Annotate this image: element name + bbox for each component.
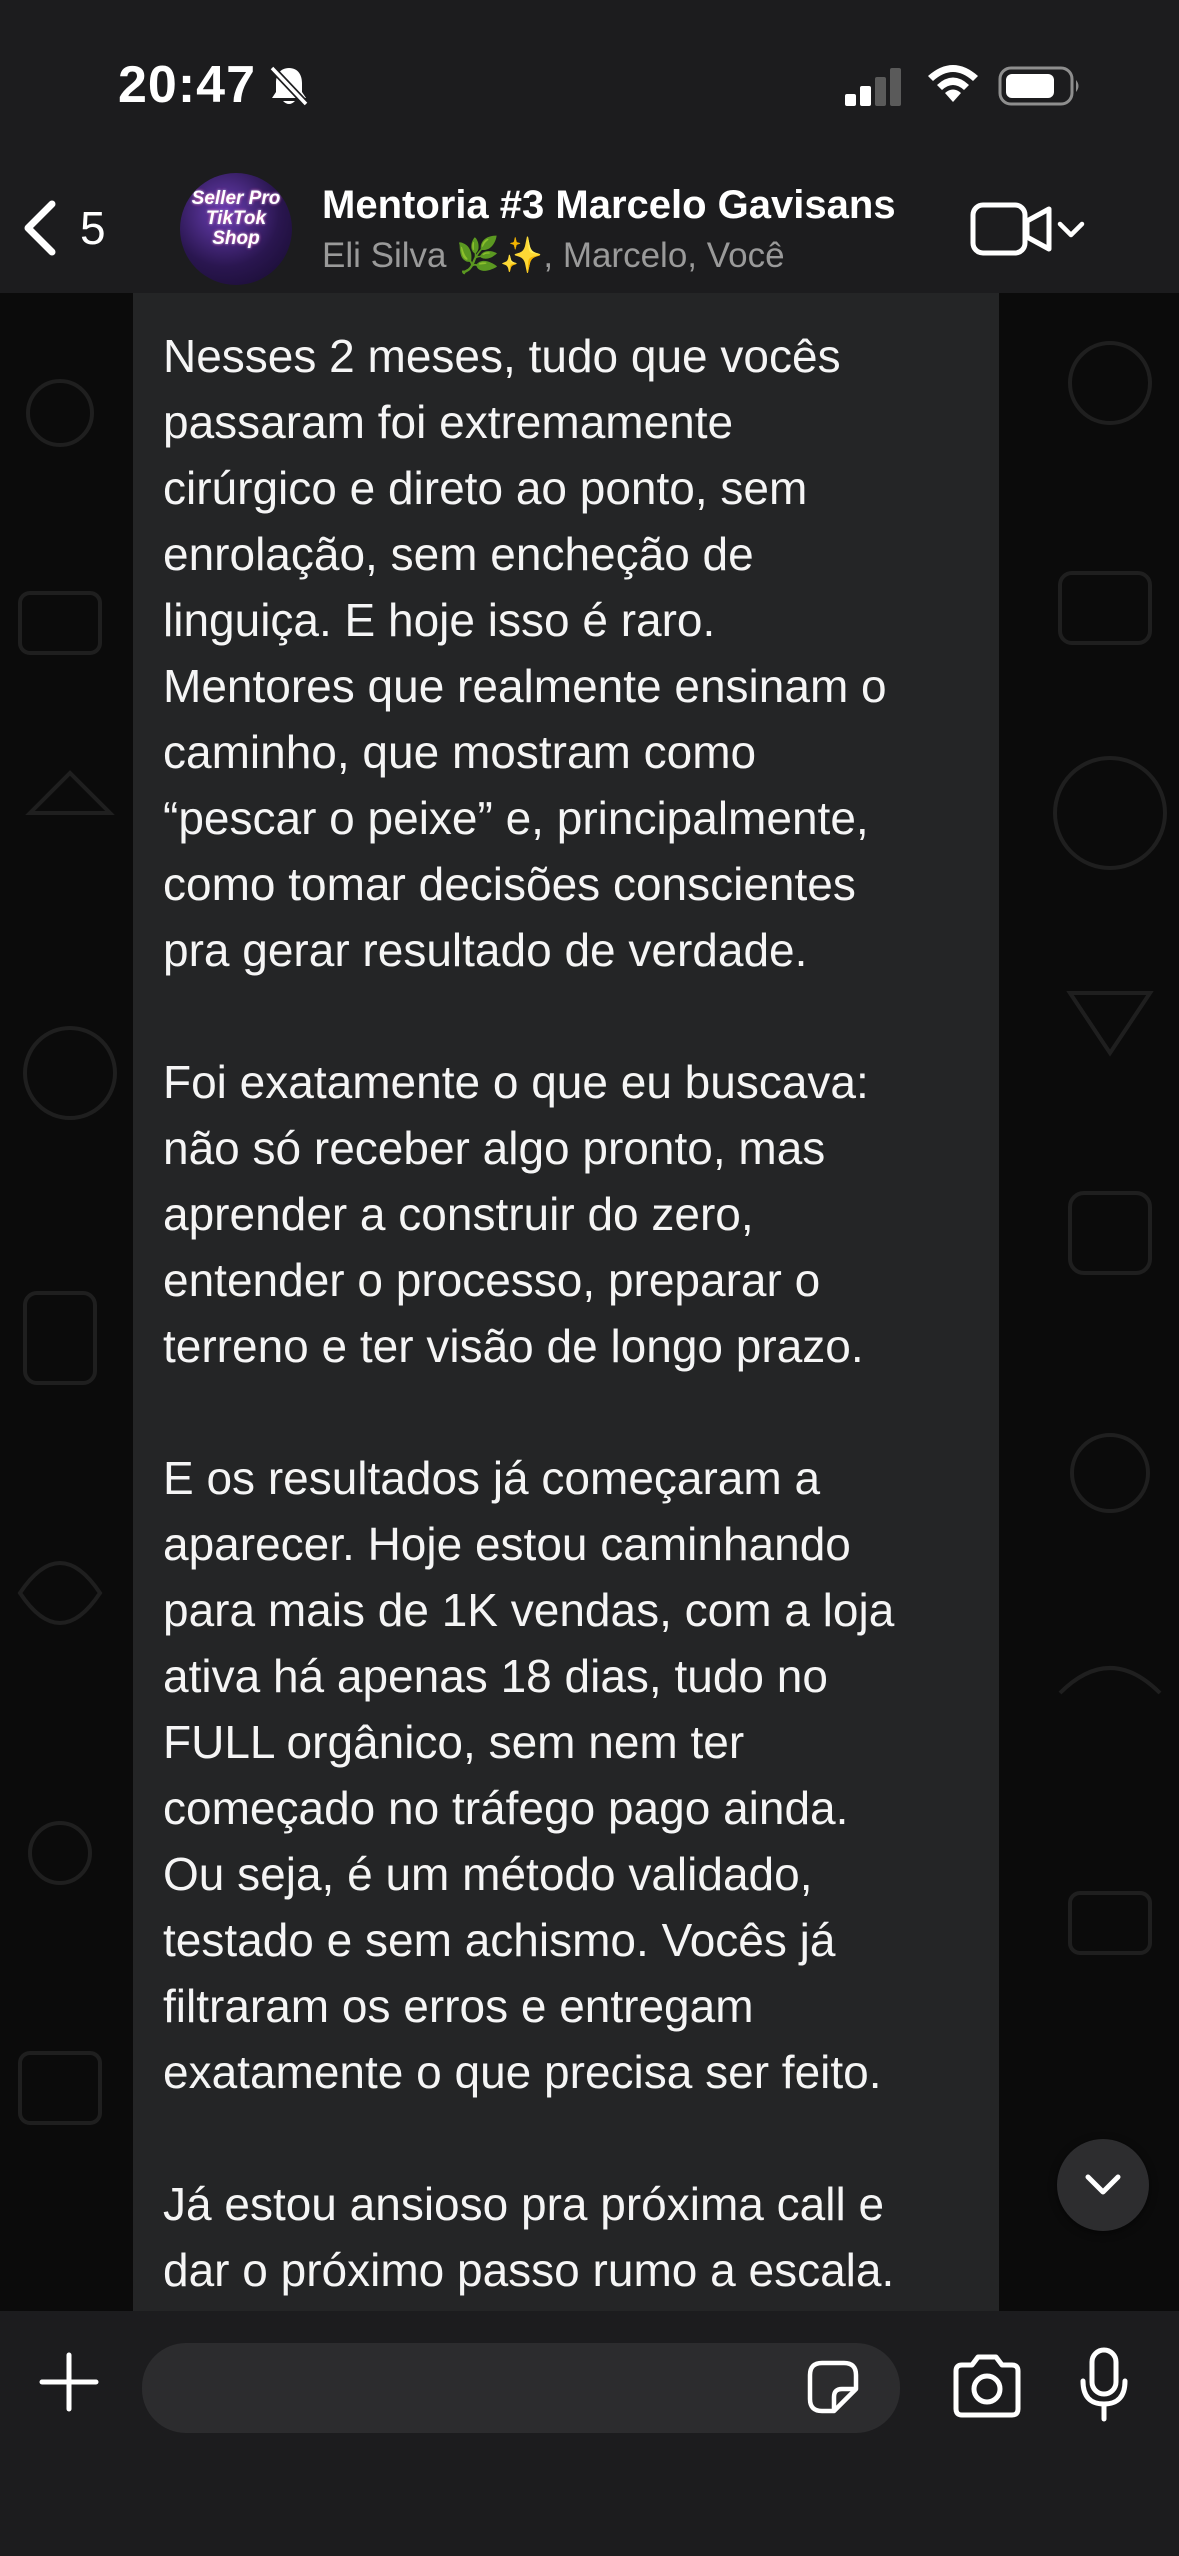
- message-input[interactable]: [142, 2343, 900, 2433]
- chevron-down-icon: [1057, 221, 1085, 238]
- back-button[interactable]: 5: [20, 193, 140, 263]
- microphone-icon[interactable]: [1078, 2347, 1130, 2423]
- cellular-signal-icon: [845, 68, 901, 106]
- plus-icon[interactable]: [36, 2349, 102, 2415]
- chat-header: 5 Seller Pro TikTok Shop Mentoria #3 Mar…: [0, 165, 1179, 294]
- group-avatar[interactable]: Seller Pro TikTok Shop: [180, 173, 292, 285]
- avatar-logo-text: Seller Pro TikTok Shop: [191, 188, 281, 249]
- sticker-icon[interactable]: [802, 2357, 862, 2417]
- bell-slash-icon: [269, 65, 309, 107]
- chat-members[interactable]: Eli Silva 🌿✨, Marcelo, Você: [322, 235, 785, 276]
- message-text: Nesses 2 meses, tudo que vocês passaram …: [163, 330, 895, 2296]
- unread-count: 5: [80, 202, 106, 254]
- chevron-down-icon: [1085, 2174, 1121, 2195]
- wifi-icon: [928, 65, 978, 102]
- battery-icon: [998, 66, 1079, 106]
- chevron-left-icon: [24, 200, 56, 256]
- chat-title[interactable]: Mentoria #3 Marcelo Gavisans: [322, 183, 896, 228]
- message-composer: [0, 2311, 1179, 2556]
- chat-area[interactable]: Nesses 2 meses, tudo que vocês passaram …: [0, 293, 1179, 2311]
- status-time: 20:47: [118, 56, 256, 114]
- video-call-button[interactable]: [970, 193, 1100, 265]
- scroll-to-bottom-button[interactable]: [1057, 2139, 1149, 2231]
- status-bar: 20:47: [0, 0, 1179, 165]
- video-camera-icon: [970, 202, 1052, 256]
- camera-icon[interactable]: [950, 2353, 1024, 2419]
- message-bubble[interactable]: Nesses 2 meses, tudo que vocês passaram …: [133, 293, 999, 2311]
